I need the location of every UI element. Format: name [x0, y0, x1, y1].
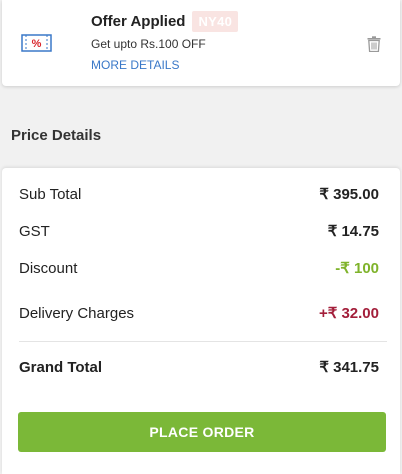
discount-value: -₹ 100	[335, 260, 379, 277]
trash-icon[interactable]	[367, 36, 381, 52]
subtotal-label: Sub Total	[19, 185, 82, 203]
svg-text:%: %	[32, 38, 42, 50]
subtotal-row: Sub Total ₹ 395.00	[19, 185, 379, 204]
subtotal-value: ₹ 395.00	[319, 186, 379, 203]
offer-description: Get upto Rs.100 OFF	[91, 37, 206, 51]
offer-card: % Offer Applied NY40 Get upto Rs.100 OFF…	[2, 0, 400, 86]
delivery-charges-value: +₹ 32.00	[318, 305, 379, 322]
gst-row: GST ₹ 14.75	[19, 222, 379, 241]
discount-row: Discount -₹ 100	[19, 259, 379, 278]
coupon-percent-icon: %	[21, 34, 52, 52]
discount-label: Discount	[19, 259, 78, 277]
gst-value: ₹ 14.75	[327, 223, 379, 240]
place-order-button[interactable]: PLACE ORDER	[18, 412, 386, 452]
delivery-charges-row: Delivery Charges +₹ 32.00	[19, 304, 379, 323]
delivery-charges-label: Delivery Charges	[19, 304, 135, 322]
more-details-link[interactable]: MORE DETAILS	[91, 58, 179, 72]
offer-title: Offer Applied	[91, 13, 186, 30]
gst-label: GST	[19, 222, 50, 240]
grand-total-value: ₹ 341.75	[319, 359, 379, 376]
divider	[19, 341, 387, 342]
price-details-heading: Price Details	[11, 127, 102, 144]
offer-title-row: Offer Applied NY40	[91, 11, 239, 32]
price-details-card: Sub Total ₹ 395.00 GST ₹ 14.75 Discount …	[2, 168, 400, 474]
coupon-code-badge: NY40	[192, 11, 239, 32]
grand-total-row: Grand Total ₹ 341.75	[19, 358, 379, 377]
grand-total-label: Grand Total	[19, 358, 103, 376]
